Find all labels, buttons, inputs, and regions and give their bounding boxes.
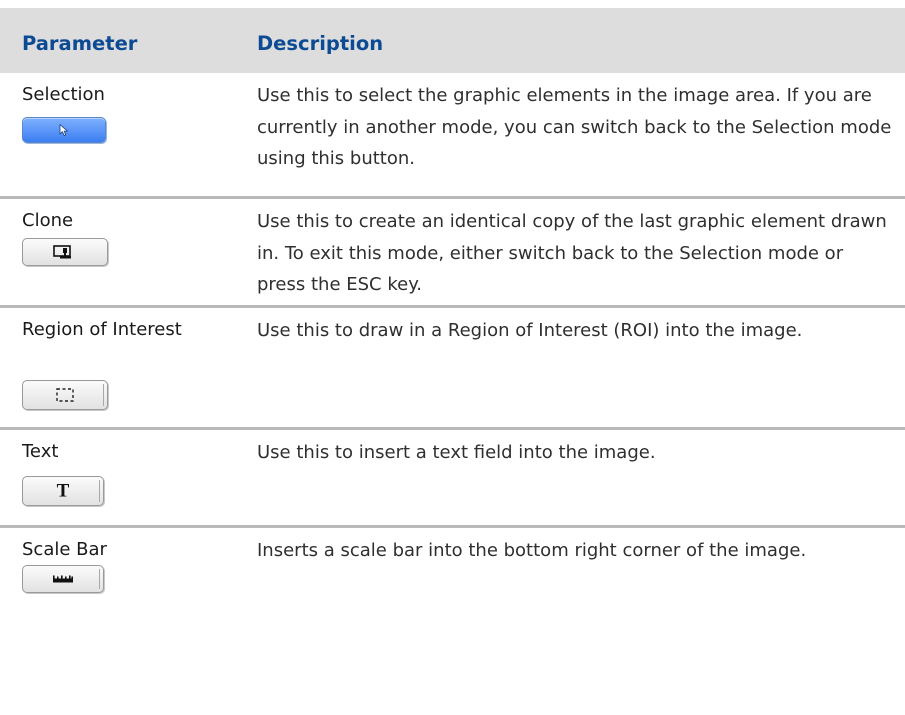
header-parameter: Parameter (22, 32, 138, 55)
table-row-clone: Clone Use this to create an identical co… (0, 199, 905, 308)
text-button[interactable]: T (22, 476, 104, 506)
parameter-table: Parameter Description Selection Use this… (0, 8, 905, 648)
table-row-text: Text T Use this to insert a text field i… (0, 430, 905, 528)
parameter-description: Inserts a scale bar into the bottom righ… (257, 540, 807, 561)
ruler-scale-bar-icon (53, 575, 73, 583)
parameter-name: Region of Interest (22, 319, 182, 340)
region-of-interest-button[interactable] (22, 380, 108, 410)
clone-button[interactable] (22, 238, 108, 266)
text-t-icon: T (56, 480, 70, 502)
table-row-region-of-interest: Region of Interest Use this to draw in a… (0, 308, 905, 430)
header-description: Description (257, 32, 384, 55)
parameter-name: Text (22, 441, 59, 462)
selection-button[interactable] (22, 117, 106, 143)
button-edge (103, 384, 107, 406)
clone-stamp-icon (53, 245, 71, 259)
arrow-cursor-icon (59, 124, 68, 136)
button-edge (99, 480, 103, 502)
dashed-rectangle-icon (56, 388, 74, 402)
parameter-description: Use this to select the graphic elements … (257, 85, 892, 169)
parameter-description: Use this to draw in a Region of Interest… (257, 320, 803, 341)
table-header: Parameter Description (0, 8, 905, 73)
parameter-name: Selection (22, 84, 105, 105)
parameter-description: Use this to insert a text field into the… (257, 442, 656, 463)
button-edge (99, 569, 103, 589)
table-row-scale-bar: Scale Bar Inserts a scale bar into the b… (0, 528, 905, 648)
parameter-name: Scale Bar (22, 539, 107, 560)
scale-bar-button[interactable] (22, 565, 104, 593)
table-row-selection: Selection Use this to select the graphic… (0, 73, 905, 199)
parameter-description: Use this to create an identical copy of … (257, 211, 887, 295)
parameter-name: Clone (22, 210, 74, 231)
